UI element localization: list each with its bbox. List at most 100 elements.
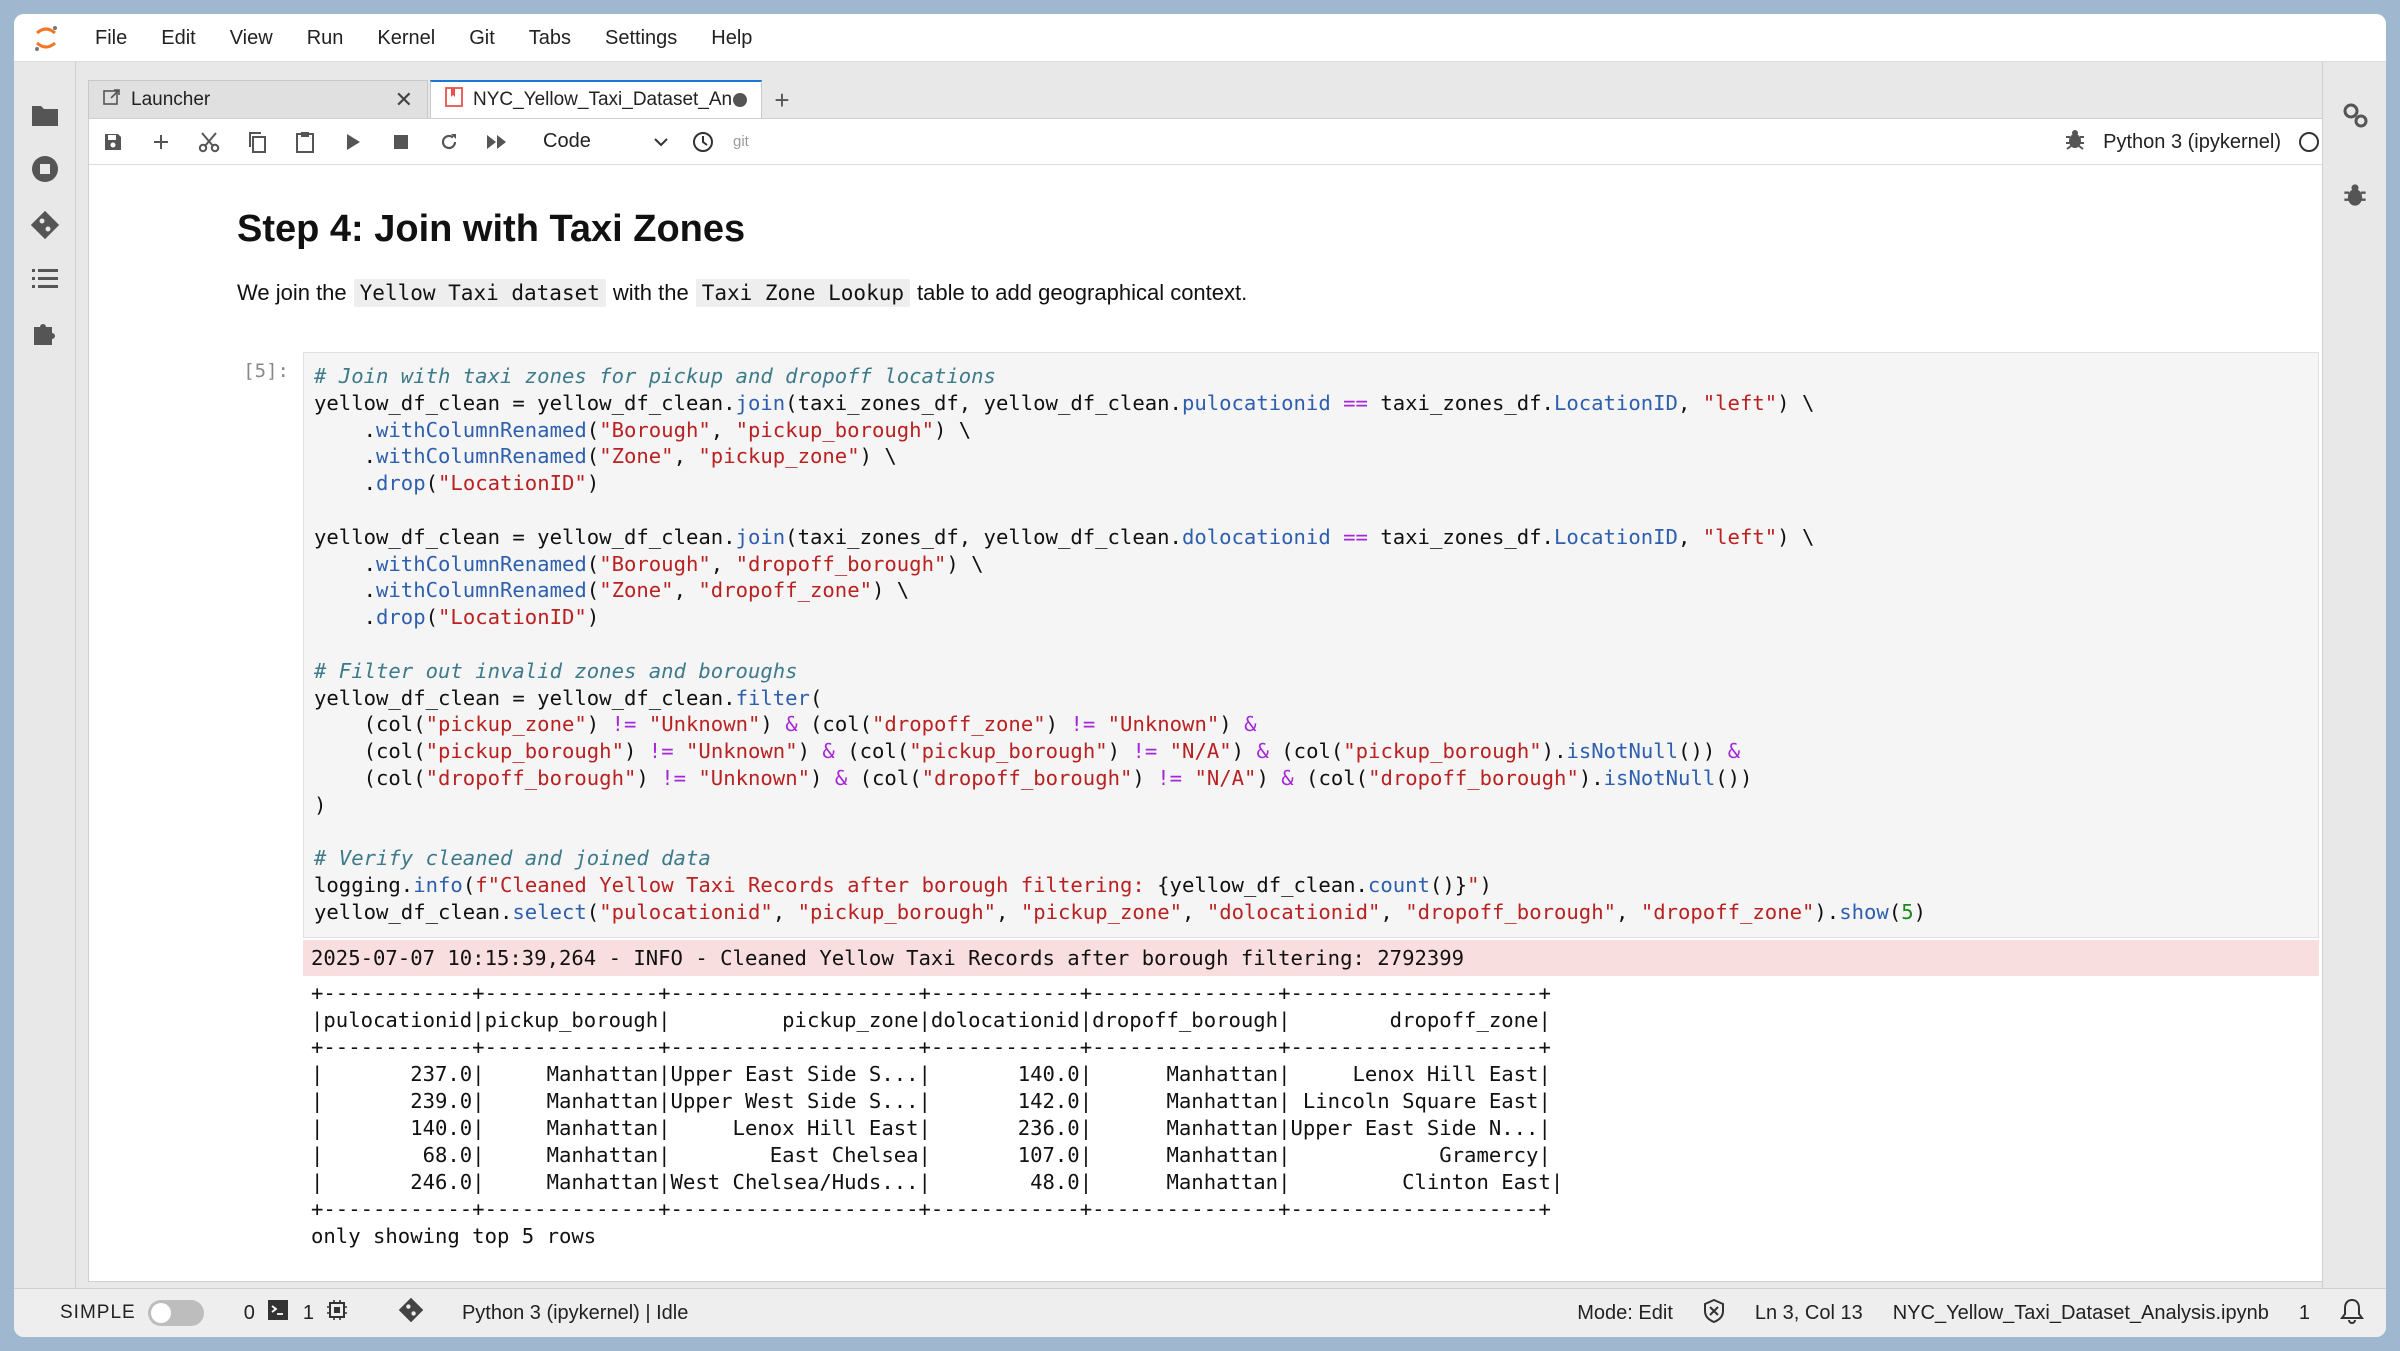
markdown-paragraph: We join the Yellow Taxi dataset with the… [237, 279, 1247, 307]
terminals-count[interactable]: 0 [244, 1302, 255, 1325]
status-right: Mode: Edit Ln 3, Col 13 NYC_Yellow_Taxi_… [1577, 1289, 2364, 1337]
add-cell-icon[interactable] [137, 119, 185, 165]
cell-type-value: Code [543, 130, 591, 152]
debugger-icon[interactable] [2065, 128, 2085, 156]
menu-tabs[interactable]: Tabs [512, 14, 588, 62]
jupyterlab-window: File Edit View Run Kernel Git Tabs Setti… [14, 14, 2386, 1337]
code-line: yellow_df_clean = yellow_df_clean.join(t… [314, 524, 1815, 549]
copy-icon[interactable] [233, 119, 281, 165]
md-text-3: table to add geographical context. [917, 280, 1248, 305]
status-bar: SIMPLE 0 1 Python 3 (ipykernel) | Idle M… [14, 1288, 2386, 1337]
notebook-content[interactable]: Step 4: Join with Taxi Zones We join the… [89, 166, 2333, 1282]
output-line: |pulocationid|pickup_borough| pickup_zon… [311, 1008, 1551, 1032]
code-line: (col("pickup_zone") != "Unknown") & (col… [314, 712, 1257, 737]
md-code-1: Yellow Taxi dataset [353, 279, 606, 307]
tab-launcher-label: Launcher [131, 88, 211, 110]
markdown-heading: Step 4: Join with Taxi Zones [237, 208, 746, 250]
main-area: Launcher ✕ NYC_Yellow_Taxi_Dataset_Ana + [76, 62, 2334, 1288]
output-line: +------------+--------------+-----------… [311, 1035, 1551, 1059]
extensions-icon[interactable] [28, 316, 62, 350]
new-tab-button[interactable]: + [764, 82, 800, 118]
notebook-panel: Code git Python 3 (ipykernel) Step 4: Jo… [88, 118, 2334, 1282]
close-icon[interactable]: ✕ [395, 87, 413, 113]
code-line: .withColumnRenamed("Zone", "dropoff_zone… [314, 578, 910, 603]
menu-view[interactable]: View [213, 14, 290, 62]
output-line: | 140.0| Manhattan| Lenox Hill East| 236… [311, 1116, 1551, 1140]
code-line: .drop("LocationID") [314, 471, 600, 496]
run-icon[interactable] [329, 119, 377, 165]
tab-launcher[interactable]: Launcher ✕ [88, 80, 428, 118]
table-of-contents-icon[interactable] [28, 262, 62, 296]
mode-indicator[interactable]: Mode: Edit [1577, 1302, 1673, 1325]
stdout-output: +------------+--------------+-----------… [303, 980, 2319, 1250]
tab-notebook-label: NYC_Yellow_Taxi_Dataset_Ana [473, 89, 733, 110]
md-text-1: We join the [237, 280, 347, 305]
git-status-icon[interactable] [398, 1297, 424, 1329]
notebook-icon [445, 87, 463, 113]
cursor-position[interactable]: Ln 3, Col 13 [1755, 1302, 1863, 1325]
restart-run-all-icon[interactable] [473, 119, 521, 165]
code-line: # Verify cleaned and joined data [314, 846, 711, 871]
kernel-chip-icon [326, 1299, 348, 1327]
git-diff-label[interactable]: git [733, 133, 749, 150]
clock-icon[interactable] [679, 119, 727, 165]
output-line: | 68.0| Manhattan| East Chelsea| 107.0| … [311, 1143, 1551, 1167]
file-name: NYC_Yellow_Taxi_Dataset_Analysis.ipynb [1892, 1302, 2269, 1324]
code-line: .withColumnRenamed("Borough", "pickup_bo… [314, 417, 972, 442]
notebook-toolbar: Code git Python 3 (ipykernel) [89, 119, 2333, 165]
status-left: SIMPLE 0 1 Python 3 (ipykernel) | Idle [14, 1297, 688, 1329]
cut-icon[interactable] [185, 119, 233, 165]
cell-type-select[interactable]: Code [529, 125, 679, 159]
menu-run[interactable]: Run [290, 14, 361, 62]
running-sessions-icon[interactable] [28, 152, 62, 186]
menu-kernel[interactable]: Kernel [360, 14, 452, 62]
git-icon[interactable] [28, 208, 62, 242]
output-line: +------------+--------------+-----------… [311, 981, 1551, 1005]
code-line: .withColumnRenamed("Borough", "dropoff_b… [314, 551, 984, 576]
stderr-output: 2025-07-07 10:15:39,264 - INFO - Cleaned… [303, 940, 2319, 976]
output-line: | 246.0| Manhattan|West Chelsea/Huds...|… [311, 1170, 1564, 1194]
code-line: yellow_df_clean = yellow_df_clean.filter… [314, 685, 823, 710]
shield-icon[interactable] [1703, 1298, 1725, 1329]
debugger-panel-icon[interactable] [2338, 178, 2372, 212]
menu-git[interactable]: Git [452, 14, 512, 62]
code-line: (col("pickup_borough") != "Unknown") & (… [314, 739, 1741, 764]
output-line: +------------+--------------+-----------… [311, 1197, 1551, 1221]
menu-settings[interactable]: Settings [588, 14, 694, 62]
kernels-count[interactable]: 1 [303, 1302, 314, 1325]
menu-edit[interactable]: Edit [144, 14, 212, 62]
kernel-name-button[interactable]: Python 3 (ipykernel) [2103, 131, 2281, 154]
code-line: yellow_df_clean = yellow_df_clean.join(t… [314, 390, 1815, 415]
tab-notebook[interactable]: NYC_Yellow_Taxi_Dataset_Ana [430, 80, 762, 118]
output-line: | 237.0| Manhattan|Upper East Side S...|… [311, 1062, 1551, 1086]
kernel-area: Python 3 (ipykernel) [2065, 119, 2319, 165]
code-line: # Join with taxi zones for pickup and dr… [314, 364, 996, 388]
stop-icon[interactable] [377, 119, 425, 165]
simple-mode-toggle[interactable] [147, 1300, 204, 1326]
menu-file[interactable]: File [78, 14, 144, 62]
property-inspector-icon[interactable] [2338, 98, 2372, 132]
restart-icon[interactable] [425, 119, 473, 165]
tab-bar: Launcher ✕ NYC_Yellow_Taxi_Dataset_Ana + [88, 80, 800, 118]
md-text-2: with the [612, 280, 689, 305]
save-icon[interactable] [89, 119, 137, 165]
folder-icon[interactable] [28, 98, 62, 132]
chevron-down-icon [654, 137, 668, 146]
simple-mode-label: SIMPLE [60, 1302, 136, 1323]
bell-icon[interactable] [2340, 1298, 2364, 1330]
md-code-2: Taxi Zone Lookup [695, 279, 910, 307]
code-line: .drop("LocationID") [314, 605, 600, 630]
notification-count: 1 [2298, 1302, 2310, 1324]
left-sidebar [14, 62, 76, 1288]
code-line: logging.info(f"Cleaned Yellow Taxi Recor… [314, 873, 1492, 898]
code-editor[interactable]: # Join with taxi zones for pickup and dr… [303, 352, 2319, 938]
kernel-status-text[interactable]: Python 3 (ipykernel) | Idle [462, 1302, 688, 1325]
unsaved-dot-icon[interactable] [733, 93, 747, 107]
paste-icon[interactable] [281, 119, 329, 165]
execution-prompt: [5]: [243, 360, 289, 382]
menu-bar: File Edit View Run Kernel Git Tabs Setti… [14, 14, 2386, 62]
menu-help[interactable]: Help [694, 14, 769, 62]
